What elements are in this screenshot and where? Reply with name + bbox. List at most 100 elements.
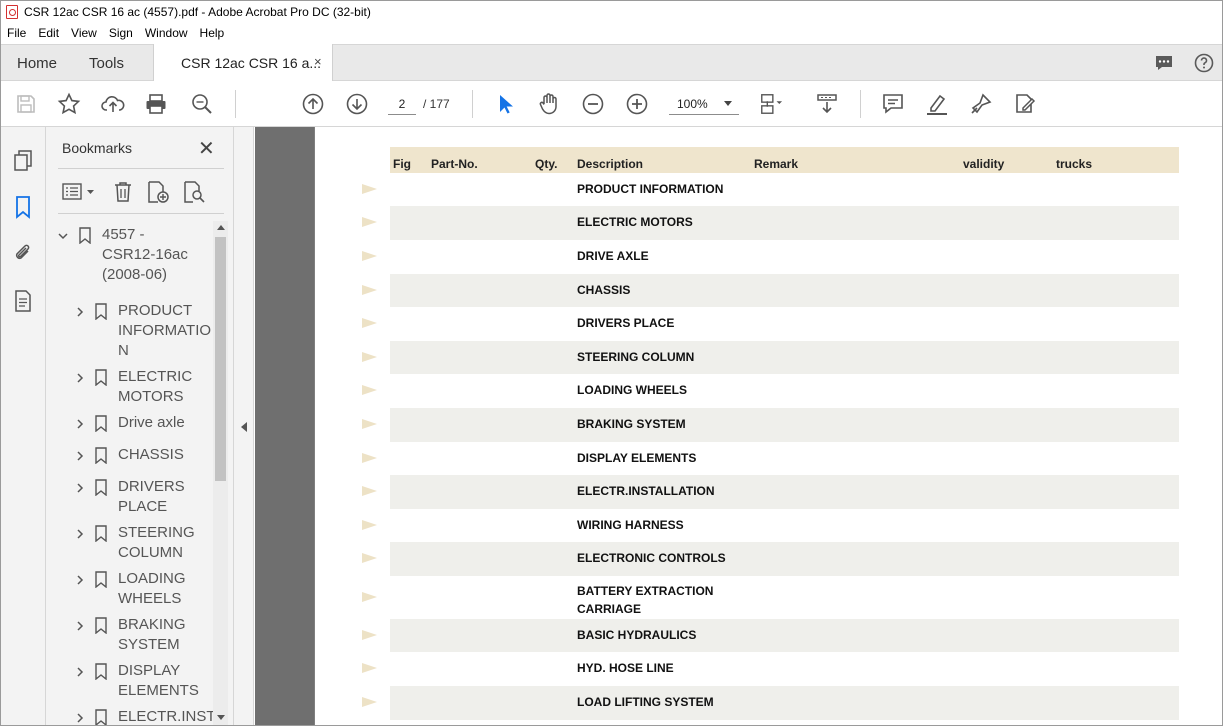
star-icon[interactable] — [57, 92, 81, 116]
zoom-search-icon[interactable] — [190, 92, 214, 116]
bookmark-item[interactable]: BRAKING SYSTEM — [118, 615, 186, 655]
row-link-arrow-icon[interactable] — [362, 486, 377, 496]
row-description[interactable]: ELECTR.INSTALLATION — [577, 482, 715, 500]
row-description[interactable]: ELECTRONIC CONTROLS — [577, 549, 726, 567]
row-description[interactable]: CHASSIS — [577, 281, 630, 299]
row-link-arrow-icon[interactable] — [362, 419, 377, 429]
chevron-right-icon[interactable] — [75, 419, 85, 429]
cloud-upload-icon[interactable] — [101, 92, 125, 116]
attachment-paperclip-icon[interactable] — [12, 241, 34, 265]
page-thumbnails-icon[interactable] — [12, 149, 34, 173]
tab-home[interactable]: Home — [17, 55, 57, 72]
bookmark-item[interactable]: PRODUCT INFORMATIO N — [118, 301, 211, 361]
row-link-arrow-icon[interactable] — [362, 285, 377, 295]
bookmark-item[interactable]: STEERING COLUMN — [118, 523, 195, 563]
scroll-up-arrow-icon[interactable] — [217, 225, 225, 230]
row-link-arrow-icon[interactable] — [362, 630, 377, 640]
new-bookmark-icon[interactable] — [146, 180, 170, 204]
row-description[interactable]: BASIC HYDRAULICS — [577, 626, 696, 644]
row-link-arrow-icon[interactable] — [362, 663, 377, 673]
row-description[interactable]: LOAD LIFTING SYSTEM — [577, 693, 714, 711]
row-link-arrow-icon[interactable] — [362, 520, 377, 530]
print-icon[interactable] — [144, 92, 168, 116]
row-link-arrow-icon[interactable] — [362, 592, 377, 602]
scrollbar-thumb[interactable] — [215, 237, 226, 481]
chevron-right-icon[interactable] — [75, 451, 85, 461]
next-page-icon[interactable] — [345, 92, 369, 116]
menu-sign[interactable]: Sign — [109, 26, 133, 40]
tab-tools[interactable]: Tools — [89, 55, 124, 72]
page-number-input[interactable]: 2 — [388, 93, 416, 115]
menu-window[interactable]: Window — [145, 26, 188, 40]
chevron-right-icon[interactable] — [75, 621, 85, 631]
panel-collapse-strip[interactable] — [234, 127, 254, 725]
row-description[interactable]: LOADING WHEELS — [577, 381, 687, 399]
zoom-in-icon[interactable] — [625, 92, 649, 116]
chevron-right-icon[interactable] — [75, 713, 85, 723]
find-bookmark-icon[interactable] — [182, 180, 206, 204]
chevron-down-icon[interactable] — [58, 231, 68, 241]
bookmark-item[interactable]: CHASSIS — [118, 445, 184, 465]
save-icon[interactable] — [14, 92, 38, 116]
chevron-right-icon[interactable] — [75, 307, 85, 317]
scroll-mode-icon[interactable] — [815, 92, 839, 116]
hand-tool-icon[interactable] — [537, 92, 561, 116]
tab-document[interactable]: CSR 12ac CSR 16 a... × — [153, 44, 333, 82]
chevron-right-icon[interactable] — [75, 667, 85, 677]
previous-page-icon[interactable] — [301, 92, 325, 116]
row-link-arrow-icon[interactable] — [362, 352, 377, 362]
row-description[interactable]: PRODUCT INFORMATION — [577, 180, 723, 198]
bookmark-root[interactable]: 4557 - CSR12-16ac (2008-06) — [102, 225, 188, 285]
chevron-right-icon[interactable] — [75, 373, 85, 383]
comment-icon[interactable] — [881, 92, 905, 116]
row-description[interactable]: DRIVERS PLACE — [577, 314, 674, 332]
chevron-right-icon[interactable] — [75, 483, 85, 493]
row-link-arrow-icon[interactable] — [362, 251, 377, 261]
row-description[interactable]: BATTERY EXTRACTION CARRIAGE — [577, 582, 737, 618]
fill-sign-icon[interactable] — [1013, 92, 1037, 116]
row-link-arrow-icon[interactable] — [362, 217, 377, 227]
bookmark-item[interactable]: DISPLAY ELEMENTS — [118, 661, 199, 701]
chevron-right-icon[interactable] — [75, 529, 85, 539]
bookmarks-close-button[interactable]: ✕ — [198, 136, 215, 161]
row-link-arrow-icon[interactable] — [362, 553, 377, 563]
row-description[interactable]: DISPLAY ELEMENTS — [577, 449, 696, 467]
menu-file[interactable]: File — [7, 26, 26, 40]
bookmark-panel-icon[interactable] — [12, 195, 34, 219]
help-icon[interactable] — [1194, 53, 1214, 73]
row-link-arrow-icon[interactable] — [362, 697, 377, 707]
pen-draw-icon[interactable] — [969, 92, 993, 116]
bookmark-options-icon[interactable] — [62, 182, 98, 202]
menu-view[interactable]: View — [71, 26, 97, 40]
row-description[interactable]: ELECTRIC MOTORS — [577, 213, 693, 231]
row-description[interactable]: DRIVE AXLE — [577, 247, 649, 265]
row-description[interactable]: BRAKING SYSTEM — [577, 415, 686, 433]
tab-close-button[interactable]: × — [314, 54, 322, 69]
row-link-arrow-icon[interactable] — [362, 318, 377, 328]
select-cursor-icon[interactable] — [493, 92, 517, 116]
scroll-down-arrow-icon[interactable] — [217, 715, 225, 720]
row-link-arrow-icon[interactable] — [362, 385, 377, 395]
collapse-left-arrow-icon[interactable] — [241, 422, 247, 432]
document-properties-icon[interactable] — [12, 289, 34, 313]
bookmark-item[interactable]: LOADING WHEELS — [118, 569, 186, 609]
chevron-down-icon[interactable] — [724, 101, 732, 106]
highlighter-icon[interactable] — [925, 92, 949, 116]
row-description[interactable]: HYD. HOSE LINE — [577, 659, 674, 677]
menu-help[interactable]: Help — [200, 26, 225, 40]
bookmark-item[interactable]: ELECTR.INSTALLATION — [118, 707, 214, 725]
delete-bookmark-icon[interactable] — [112, 180, 134, 204]
row-link-arrow-icon[interactable] — [362, 184, 377, 194]
row-link-arrow-icon[interactable] — [362, 453, 377, 463]
bookmarks-scrollbar[interactable] — [213, 221, 228, 725]
zoom-out-icon[interactable] — [581, 92, 605, 116]
bookmark-item[interactable]: DRIVERS PLACE — [118, 477, 185, 517]
comment-bubble-icon[interactable] — [1154, 53, 1174, 73]
row-description[interactable]: STEERING COLUMN — [577, 348, 694, 366]
bookmark-item[interactable]: ELECTRIC MOTORS — [118, 367, 192, 407]
menu-edit[interactable]: Edit — [38, 26, 59, 40]
bookmark-item[interactable]: Drive axle — [118, 413, 185, 433]
row-description[interactable]: WIRING HARNESS — [577, 516, 684, 534]
chevron-right-icon[interactable] — [75, 575, 85, 585]
fit-page-icon[interactable] — [759, 92, 783, 116]
